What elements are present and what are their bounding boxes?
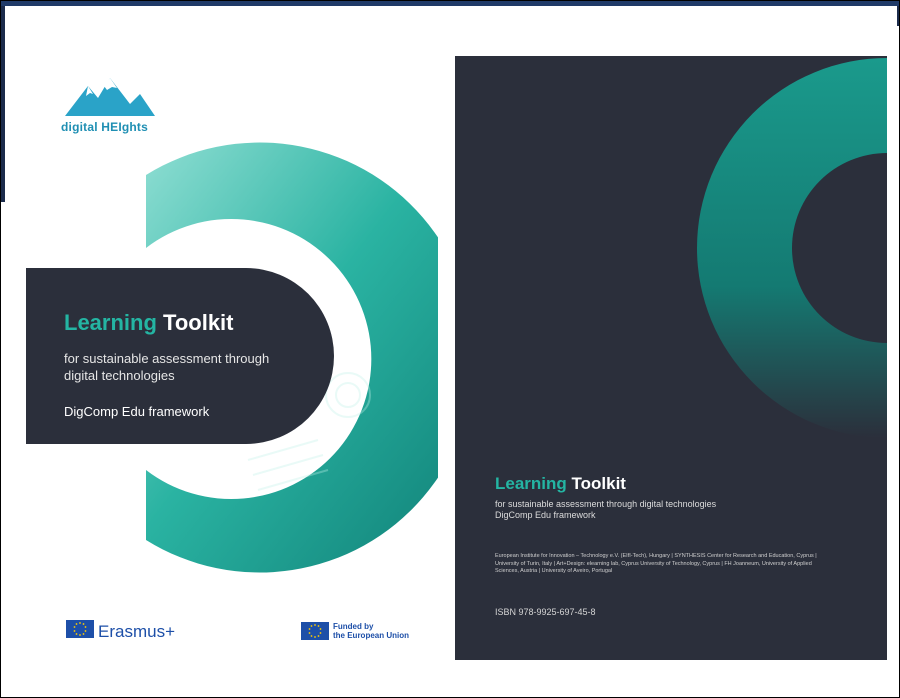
mountain-logo-icon bbox=[65, 78, 155, 116]
erasmus-label: Erasmus+ bbox=[98, 622, 175, 641]
back-title: Learning Toolkit bbox=[495, 474, 626, 494]
back-subtitle-line-2: DigComp Edu framework bbox=[495, 510, 596, 520]
back-subtitle-line-1: for sustainable assessment through digit… bbox=[495, 499, 717, 509]
eu-flag-icon bbox=[301, 622, 329, 640]
back-title-accent: Learning bbox=[495, 474, 567, 493]
front-title-panel: Learning Toolkit for sustainable assessm… bbox=[26, 268, 334, 444]
front-subtitle: for sustainable assessment through digit… bbox=[64, 351, 270, 383]
funded-line-1: Funded by bbox=[333, 622, 374, 631]
front-cover: digital HEIghts Learning Toolkit for sus… bbox=[18, 40, 438, 660]
front-title: Learning Toolkit bbox=[64, 310, 234, 336]
back-cover: Learning Toolkit for sustainable assessm… bbox=[455, 56, 887, 660]
funded-by-eu-label: Funded by the European Union bbox=[333, 622, 433, 640]
isbn-text: ISBN 978-9925-697-45-8 bbox=[495, 607, 596, 617]
front-framework: DigComp Edu framework bbox=[64, 404, 210, 419]
back-title-rest: Toolkit bbox=[566, 474, 626, 493]
logo-text: digital HEIghts bbox=[61, 120, 148, 134]
funded-line-2: the European Union bbox=[333, 631, 409, 640]
front-title-accent: Learning bbox=[64, 310, 157, 335]
front-title-rest: Toolkit bbox=[156, 310, 234, 335]
back-partners-text: European Institute for Innovation – Tech… bbox=[495, 553, 817, 574]
eu-flag-icon bbox=[66, 620, 94, 638]
back-subtitle: for sustainable assessment through digit… bbox=[495, 499, 855, 521]
